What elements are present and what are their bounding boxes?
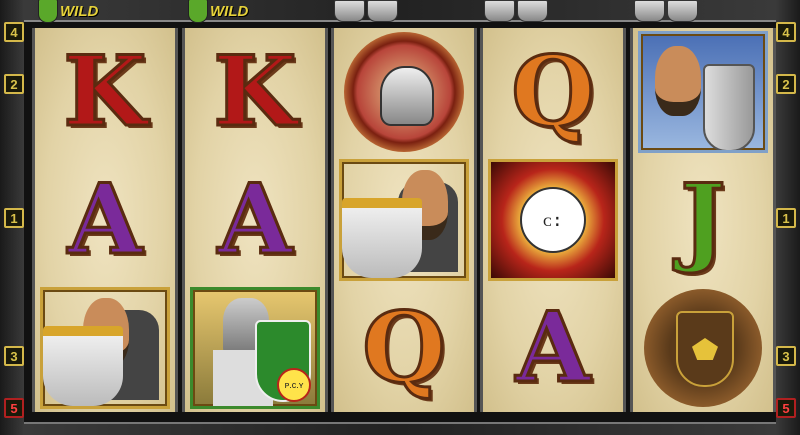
grey-shield-badge-3 — [634, 0, 698, 22]
reel-1: K A — [32, 28, 178, 412]
reel-2-symbol-1: K — [185, 28, 325, 156]
payline-left-2[interactable]: 2 — [4, 74, 24, 94]
bearded-knight-symbol — [40, 287, 170, 409]
sun-emblem-icon: ᴘ.ᴄ.ʏ — [277, 368, 311, 402]
armored-knight-wild-symbol: ᴘ.ᴄ.ʏ — [190, 287, 320, 409]
reel-3-symbol-2 — [334, 156, 474, 284]
reel-4-symbol-2: ᴄ: — [483, 156, 623, 284]
reel-5: J — [630, 28, 776, 412]
sun-face-icon: ᴄ: — [520, 187, 586, 253]
wild-badge-2: WILD — [188, 0, 249, 23]
payline-right-5[interactable]: 5 — [776, 398, 796, 418]
letter-a-symbol: A — [514, 291, 592, 404]
letter-q-symbol: Q — [361, 291, 448, 404]
wild-label: WILD — [210, 2, 249, 20]
letter-k-symbol: K — [212, 35, 298, 148]
grey-shield-icon — [367, 0, 398, 22]
reel-1-symbol-1: K — [35, 28, 175, 156]
letter-a-symbol: A — [66, 163, 144, 276]
reel-3-symbol-1 — [334, 28, 474, 156]
knight-portrait-symbol — [638, 31, 768, 153]
reel-3: Q — [331, 28, 477, 412]
letter-q-symbol: Q — [510, 35, 597, 148]
reel-3-symbol-3: Q — [334, 284, 474, 412]
payline-right-1[interactable]: 1 — [776, 208, 796, 228]
grey-shield-icon — [334, 0, 365, 22]
reel-2-symbol-3: ᴘ.ᴄ.ʏ — [185, 284, 325, 412]
grey-shield-icon — [484, 0, 515, 22]
grey-shield-icon — [517, 0, 548, 22]
letter-k-symbol: K — [62, 35, 148, 148]
reel-4: Q ᴄ: A — [480, 28, 626, 412]
grey-shield-icon — [667, 0, 698, 22]
reel-5-symbol-2: J — [633, 156, 773, 284]
payline-left-1[interactable]: 1 — [4, 208, 24, 228]
helmet-symbol — [344, 32, 464, 152]
reel-5-symbol-3 — [633, 284, 773, 412]
reel-5-symbol-1 — [633, 28, 773, 156]
reel-1-symbol-3 — [35, 284, 175, 412]
green-shield-icon — [38, 0, 58, 23]
reel-4-symbol-3: A — [483, 284, 623, 412]
bearded-knight-symbol — [339, 159, 469, 281]
payline-right-2[interactable]: 2 — [776, 74, 796, 94]
payline-left-5[interactable]: 5 — [4, 398, 24, 418]
grey-shield-badge-2 — [484, 0, 548, 22]
wild-label: WILD — [60, 2, 99, 20]
sun-scatter-symbol: ᴄ: — [488, 159, 618, 281]
reel-2-symbol-2: A — [185, 156, 325, 284]
grey-shield-badge-1 — [334, 0, 398, 22]
reel-1-symbol-2: A — [35, 156, 175, 284]
letter-j-symbol: J — [679, 163, 727, 276]
wild-badge-1: WILD — [38, 0, 99, 23]
reel-4-symbol-1: Q — [483, 28, 623, 156]
reel-2: K A ᴘ.ᴄ.ʏ — [182, 28, 328, 412]
payline-right-3[interactable]: 3 — [776, 346, 796, 366]
green-shield-icon — [188, 0, 208, 23]
payline-right-4[interactable]: 4 — [776, 22, 796, 42]
payline-left-4[interactable]: 4 — [4, 22, 24, 42]
letter-a-symbol: A — [216, 163, 294, 276]
grey-shield-icon — [634, 0, 665, 22]
shield-crest-symbol — [644, 289, 762, 407]
payline-left-3[interactable]: 3 — [4, 346, 24, 366]
